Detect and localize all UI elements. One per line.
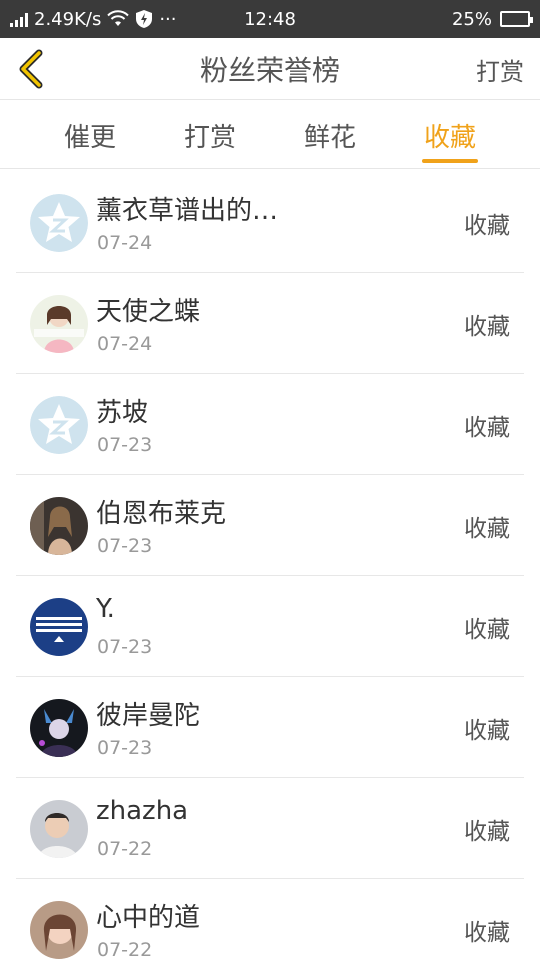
- list-item[interactable]: 彼岸曼陀 07-23 收藏: [16, 677, 524, 778]
- favorite-label: 收藏: [464, 414, 510, 441]
- avatar[interactable]: [30, 598, 88, 656]
- fan-name: 彼岸曼陀: [96, 701, 201, 731]
- user-photo-icon: [30, 800, 88, 858]
- avatar[interactable]: [30, 396, 88, 454]
- avatar[interactable]: [30, 295, 88, 353]
- list-item[interactable]: 伯恩布莱克 07-23 收藏: [16, 475, 524, 576]
- list-item[interactable]: zhazha 07-22 收藏: [16, 778, 524, 879]
- tab-reward[interactable]: 打赏: [150, 101, 270, 169]
- battery-percent: 25%: [451, 8, 492, 30]
- user-photo-icon: [30, 295, 88, 353]
- fan-date: 07-23: [97, 535, 153, 557]
- fan-date: 07-24: [97, 333, 153, 355]
- battery-icon: [500, 11, 533, 27]
- favorite-label: 收藏: [464, 818, 510, 845]
- qq-star-default-icon: [30, 194, 88, 252]
- favorite-label: 收藏: [464, 717, 510, 744]
- user-photo-icon: [30, 699, 88, 757]
- avatar[interactable]: [30, 800, 88, 858]
- fan-date: 07-22: [97, 838, 153, 860]
- favorite-label: 收藏: [464, 515, 510, 542]
- list-item[interactable]: 心中的道 07-22 收藏: [16, 879, 524, 960]
- favorite-label: 收藏: [464, 212, 510, 239]
- fan-date: 07-23: [97, 636, 153, 658]
- list-item[interactable]: Y. 07-23 收藏: [16, 576, 524, 677]
- fan-name: 苏坡: [96, 398, 149, 428]
- user-photo-icon: [30, 598, 88, 656]
- fan-name: 心中的道: [96, 903, 201, 933]
- user-photo-icon: [30, 901, 88, 959]
- fan-name: 伯恩布莱克: [96, 499, 227, 529]
- tab-flowers[interactable]: 鲜花: [270, 101, 390, 169]
- fan-name: zhazha: [96, 796, 189, 826]
- favorite-label: 收藏: [464, 313, 510, 340]
- status-bar: 2.49K/s ··· 12:48 25%: [0, 0, 540, 38]
- page-title: 粉丝荣誉榜: [199, 54, 340, 87]
- fan-date: 07-23: [97, 737, 153, 759]
- favorite-label: 收藏: [464, 616, 510, 643]
- fan-name: 天使之蝶: [96, 297, 201, 327]
- tab-urge[interactable]: 催更: [30, 101, 150, 169]
- fan-name: 薰衣草谱出的…: [96, 196, 279, 226]
- avatar[interactable]: [30, 497, 88, 555]
- avatar[interactable]: [30, 699, 88, 757]
- fan-date: 07-24: [97, 232, 153, 254]
- fan-name: Y.: [96, 594, 115, 624]
- fan-list: 薰衣草谱出的… 07-24 收藏 天使之蝶 07-24 收藏 苏坡 07-23 …: [0, 172, 540, 960]
- user-photo-icon: [30, 497, 88, 555]
- list-item[interactable]: 天使之蝶 07-24 收藏: [16, 273, 524, 374]
- list-item[interactable]: 薰衣草谱出的… 07-24 收藏: [16, 172, 524, 273]
- top-bar: 粉丝荣誉榜 打赏: [0, 38, 540, 100]
- fan-date: 07-22: [97, 939, 153, 960]
- tab-bar: 催更 打赏 鲜花 收藏: [0, 101, 540, 169]
- fan-date: 07-23: [97, 434, 153, 456]
- reward-button[interactable]: 打赏: [476, 38, 524, 100]
- favorite-label: 收藏: [464, 919, 510, 946]
- avatar[interactable]: [30, 194, 88, 252]
- qq-star-default-icon: [30, 396, 88, 454]
- status-right: 25%: [451, 0, 533, 38]
- list-item[interactable]: 苏坡 07-23 收藏: [16, 374, 524, 475]
- tab-favorites[interactable]: 收藏: [390, 101, 510, 169]
- avatar[interactable]: [30, 901, 88, 959]
